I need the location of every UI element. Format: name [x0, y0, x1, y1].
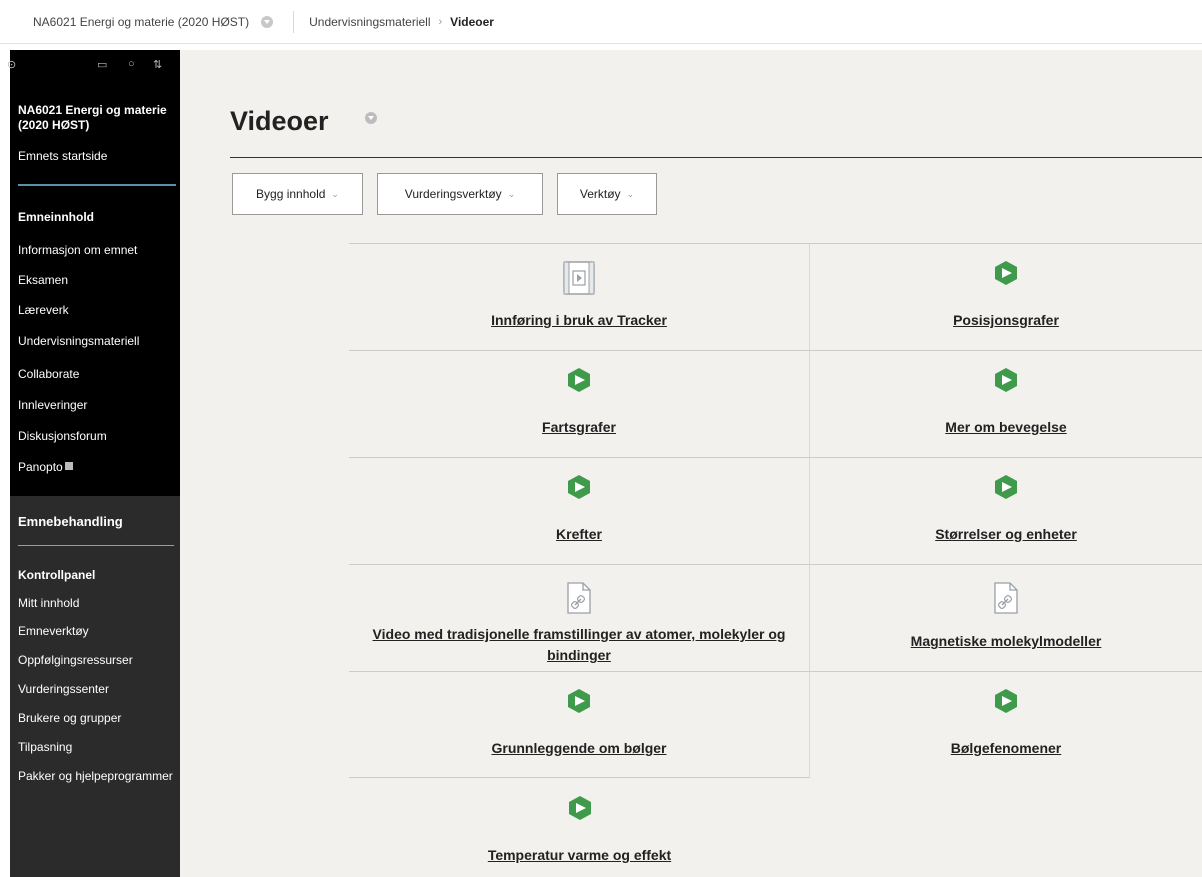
sidebar-item-undervisningsmateriell[interactable]: Undervisningsmateriell [18, 334, 139, 348]
sidebar-item-informasjon[interactable]: Informasjon om emnet [18, 243, 137, 257]
admin-item-vurderingssenter[interactable]: Vurderingssenter [18, 682, 173, 696]
chevron-down-icon: ⌄ [331, 188, 339, 199]
content-item: Temperatur varme og effekt [349, 779, 810, 877]
sidebar-collapse-icon[interactable]: ⊙ [7, 58, 16, 71]
page-options-chevron-icon[interactable] [365, 112, 377, 124]
panopto-icon [568, 368, 590, 392]
page-title: Videoer [230, 106, 329, 136]
panopto-icon [995, 261, 1017, 285]
content-item-link[interactable]: Video med tradisjonelle framstillinger a… [359, 624, 799, 666]
content-item-link[interactable]: Temperatur varme og effekt [359, 845, 800, 866]
content-item-link[interactable]: Størrelser og enheter [820, 524, 1192, 545]
build-content-label: Bygg innhold [256, 187, 326, 201]
course-menu-chevron-icon[interactable] [261, 15, 274, 28]
content-item: Posisjonsgrafer [810, 243, 1202, 350]
admin-item-mitt-innhold[interactable]: Mitt innhold [18, 596, 173, 610]
sidebar-divider [18, 184, 176, 186]
admin-item-brukere[interactable]: Brukere og grupper [18, 711, 173, 725]
content-grid: Innføring i bruk av Tracker Posisjonsgra… [349, 243, 1202, 877]
tools-label: Verktøy [579, 187, 621, 201]
admin-item-emneverktoy[interactable]: Emneverktøy [18, 624, 173, 638]
content-item: Mer om bevegelse [810, 350, 1202, 457]
content-item: Innføring i bruk av Tracker [349, 243, 810, 350]
external-link-icon [64, 462, 73, 470]
content-item-link[interactable]: Magnetiske molekylmodeller [820, 631, 1192, 652]
panopto-icon [995, 368, 1017, 392]
content-item: Krefter [349, 457, 810, 564]
sidebar-item-collaborate[interactable]: Collaborate [18, 367, 79, 381]
link-file-icon [567, 582, 591, 614]
sidebar-item-eksamen[interactable]: Eksamen [18, 273, 68, 287]
folder-view-icon[interactable]: ▭ [97, 58, 107, 71]
content-item-link[interactable]: Posisjonsgrafer [820, 310, 1192, 331]
sidebar-item-panopto-label: Panopto [18, 460, 63, 474]
refresh-icon[interactable]: ○ [128, 58, 135, 70]
content-item-link[interactable]: Innføring i bruk av Tracker [359, 310, 799, 331]
content-item: Bølgefenomener [810, 671, 1202, 778]
video-file-icon [563, 261, 595, 295]
link-file-icon [994, 582, 1018, 614]
sidebar-item-innleveringer[interactable]: Innleveringer [18, 398, 87, 412]
breadcrumb-course-link[interactable]: NA6021 Energi og materie (2020 HØST) [33, 15, 249, 29]
sidebar-content-heading: Emneinnhold [18, 210, 94, 224]
content-item: Fartsgrafer [349, 350, 810, 457]
content-item-link[interactable]: Krefter [359, 524, 799, 545]
breadcrumb-current: Videoer [450, 14, 494, 29]
course-menu-sidebar: ⊙ ▭ ○ ⇅ NA6021 Energi og materie (2020 H… [7, 50, 180, 877]
main-content: Videoer Bygg innhold ⌄ Vurderingsverktøy… [180, 50, 1202, 877]
panopto-icon [568, 796, 591, 820]
panopto-icon [568, 689, 590, 713]
content-item-link[interactable]: Fartsgrafer [359, 417, 799, 438]
sidebar-course-title[interactable]: NA6021 Energi og materie (2020 HØST) [18, 103, 173, 133]
build-content-button[interactable]: Bygg innhold ⌄ [232, 173, 363, 215]
top-breadcrumb-bar: NA6021 Energi og materie (2020 HØST) Und… [0, 0, 1202, 44]
content-item-link[interactable]: Grunnleggende om bølger [359, 738, 799, 759]
admin-item-oppfolgingsressurser[interactable]: Oppfølgingsressurser [18, 653, 173, 667]
tools-button[interactable]: Verktøy ⌄ [557, 173, 657, 215]
content-item: Størrelser og enheter [810, 457, 1202, 564]
breadcrumb-separator-icon: › [438, 15, 443, 28]
control-panel-heading[interactable]: Kontrollpanel [18, 568, 95, 582]
content-item: Magnetiske molekylmodeller [810, 564, 1202, 671]
admin-divider [18, 545, 174, 546]
content-item-link[interactable]: Bølgefenomener [820, 738, 1192, 759]
admin-item-tilpasning[interactable]: Tilpasning [18, 740, 173, 754]
assessment-tools-button[interactable]: Vurderingsverktøy ⌄ [377, 173, 543, 215]
title-divider [230, 157, 1202, 158]
panopto-icon [995, 689, 1017, 713]
content-item: Grunnleggende om bølger [349, 671, 810, 778]
chevron-down-icon: ⌄ [507, 188, 516, 199]
sort-icon[interactable]: ⇅ [153, 58, 162, 71]
sidebar-item-laereverk[interactable]: Læreverk [18, 303, 69, 317]
sidebar-item-panopto[interactable]: Panopto [18, 460, 73, 474]
sidebar-toolbar: ⊙ ▭ ○ ⇅ [7, 50, 180, 80]
sidebar-item-diskusjonsforum[interactable]: Diskusjonsforum [18, 429, 107, 443]
breadcrumb-divider [293, 10, 295, 33]
sidebar-home-link[interactable]: Emnets startside [18, 149, 107, 163]
panopto-icon [995, 475, 1017, 499]
admin-heading: Emnebehandling [18, 514, 123, 529]
chevron-down-icon: ⌄ [626, 188, 635, 199]
content-item-link[interactable]: Mer om bevegelse [820, 417, 1192, 438]
admin-item-pakker[interactable]: Pakker og hjelpeprogrammer [18, 769, 173, 783]
breadcrumb-parent-link[interactable]: Undervisningsmateriell [309, 15, 430, 29]
panopto-icon [568, 475, 590, 499]
assessment-tools-label: Vurderingsverktøy [404, 187, 502, 201]
content-item: Video med tradisjonelle framstillinger a… [349, 564, 810, 671]
admin-panel: Emnebehandling Kontrollpanel Mitt innhol… [10, 496, 180, 877]
